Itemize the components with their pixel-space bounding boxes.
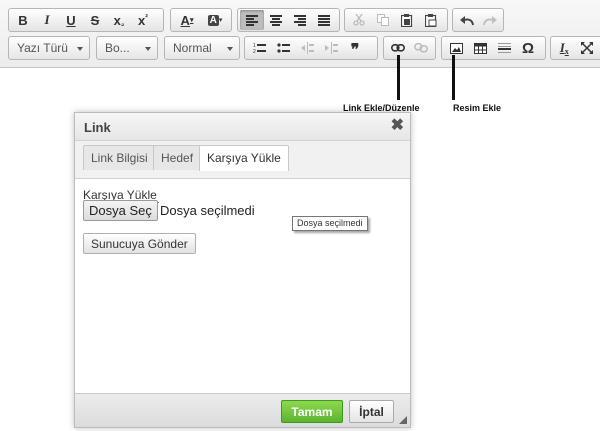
chevron-down-icon <box>227 47 233 51</box>
ok-button[interactable]: Tamam <box>281 400 343 423</box>
paste-word-icon <box>425 13 437 27</box>
cut-button[interactable] <box>347 10 371 30</box>
bulleted-list-icon <box>276 43 290 53</box>
maximize-button[interactable] <box>576 38 599 58</box>
horizontal-line-icon <box>497 42 511 53</box>
redo-button[interactable] <box>478 10 501 30</box>
svg-text:2: 2 <box>253 49 256 54</box>
tooltip: Dosya seçilmedi <box>292 216 368 231</box>
unlink-icon <box>414 43 429 53</box>
font-size-select[interactable]: Bo... <box>96 36 158 60</box>
text-color-letter: A <box>180 12 190 28</box>
resize-handle[interactable] <box>399 416 407 424</box>
clipboard-group <box>344 8 448 32</box>
tab-link-info[interactable]: Link Bilgisi <box>83 145 156 170</box>
justify-icon <box>318 14 330 26</box>
bold-button[interactable]: B <box>11 10 35 30</box>
alignment-group <box>237 8 340 32</box>
remove-format-mark: x <box>564 46 569 56</box>
numbered-list-button[interactable]: 12 <box>247 38 271 58</box>
italic-button[interactable]: I <box>35 10 59 30</box>
basic-styles-group: B I U S x₂ x² <box>8 8 164 32</box>
text-color-button[interactable]: A ▾ <box>173 10 201 30</box>
table-icon <box>473 42 487 54</box>
tab-upload[interactable]: Karşıya Yükle <box>199 145 289 171</box>
special-char-button[interactable]: Ω <box>516 38 540 58</box>
copy-icon <box>377 14 389 26</box>
superscript-mark: ² <box>145 12 148 22</box>
font-family-select[interactable]: Yazı Türü <box>8 36 90 60</box>
strikethrough-button[interactable]: S <box>83 10 107 30</box>
choose-file-button[interactable]: Dosya Seç <box>83 200 158 221</box>
paste-icon <box>401 13 413 27</box>
undo-button[interactable] <box>455 10 478 30</box>
align-right-icon <box>294 14 306 26</box>
editor-toolbar: B I U S x₂ x² A ▾ A ▾ Yazı Türü Bo... No… <box>0 0 600 68</box>
chevron-down-icon <box>145 47 151 51</box>
redo-icon <box>482 15 497 25</box>
decrease-indent-button[interactable] <box>295 38 319 58</box>
font-size-value: Bo... <box>105 41 130 55</box>
indent-icon <box>324 42 338 54</box>
subscript-letter: x <box>113 12 121 28</box>
colors-group: A ▾ A ▾ <box>170 8 232 32</box>
align-center-button[interactable] <box>264 10 288 30</box>
close-icon[interactable]: ✖ <box>391 118 404 134</box>
image-annotation-line <box>452 55 455 100</box>
align-center-icon <box>270 14 282 26</box>
subscript-mark: ₂ <box>120 18 125 28</box>
bg-color-letter: A <box>207 14 219 26</box>
remove-format-button[interactable]: Ix <box>553 38 576 58</box>
maximize-icon <box>580 42 593 54</box>
font-family-value: Yazı Türü <box>17 41 68 55</box>
list-group: 12 ❞ <box>244 36 378 60</box>
file-status: Dosya seçilmedi <box>160 203 255 218</box>
superscript-button[interactable]: x² <box>131 10 155 30</box>
link-dialog: Link ✖ Link Bilgisi Hedef Karşıya Yükle … <box>74 112 411 428</box>
paste-button[interactable] <box>395 10 419 30</box>
format-value: Normal <box>173 41 212 55</box>
unlink-button[interactable] <box>410 38 434 58</box>
dialog-title[interactable]: Link <box>75 113 410 141</box>
paste-from-word-button[interactable] <box>419 10 443 30</box>
horizontal-line-button[interactable] <box>492 38 516 58</box>
underline-button[interactable]: U <box>59 10 83 30</box>
subscript-button[interactable]: x₂ <box>107 10 131 30</box>
background-color-button[interactable]: A ▾ <box>201 10 229 30</box>
outdent-icon <box>300 42 314 54</box>
numbered-list-icon: 12 <box>253 43 266 54</box>
dialog-tabs: Link Bilgisi Hedef Karşıya Yükle <box>75 141 410 179</box>
align-right-button[interactable] <box>288 10 312 30</box>
history-group <box>452 8 504 32</box>
link-icon <box>390 44 405 52</box>
chevron-down-icon <box>77 47 83 51</box>
format-select[interactable]: Normal <box>164 36 240 60</box>
blockquote-button[interactable]: ❞ <box>343 38 367 59</box>
superscript-letter: x <box>138 12 146 28</box>
image-button[interactable] <box>444 38 468 58</box>
chevron-down-icon: ▾ <box>189 17 194 24</box>
align-left-button[interactable] <box>240 10 264 30</box>
copy-button[interactable] <box>371 10 395 30</box>
bulleted-list-button[interactable] <box>271 38 295 58</box>
image-icon <box>449 42 463 54</box>
link-annotation-line <box>397 55 400 100</box>
increase-indent-button[interactable] <box>319 38 343 58</box>
undo-icon <box>459 15 474 25</box>
scissors-icon <box>353 14 365 26</box>
dialog-body: Karşıya Yükle Dosya Seç Dosya seçilmedi … <box>75 179 410 395</box>
link-group <box>383 36 436 60</box>
tools-group: Ix <box>550 36 600 60</box>
insert-group: Ω <box>441 36 546 60</box>
image-annotation: Resim Ekle <box>453 103 502 113</box>
table-button[interactable] <box>468 38 492 58</box>
chevron-down-icon: ▾ <box>218 17 223 24</box>
tab-target[interactable]: Hedef <box>153 145 202 170</box>
dialog-footer: Tamam İptal <box>75 393 410 427</box>
align-left-icon <box>246 14 258 26</box>
send-to-server-button[interactable]: Sunucuya Gönder <box>83 233 196 254</box>
justify-button[interactable] <box>312 10 336 30</box>
cancel-button[interactable]: İptal <box>349 400 394 423</box>
